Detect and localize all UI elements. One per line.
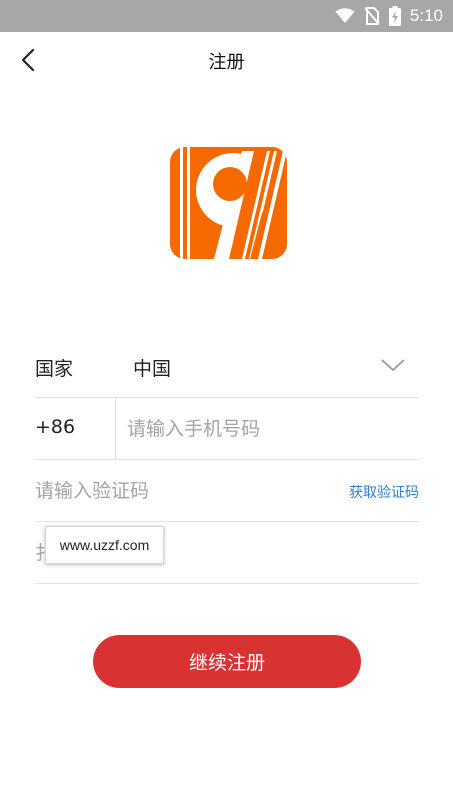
chevron-down-icon[interactable]	[381, 358, 405, 372]
wifi-icon	[335, 8, 355, 23]
password-row: www.uzzf.com	[35, 522, 419, 584]
country-label: 国家	[35, 358, 74, 380]
status-bar: 5:10	[0, 0, 453, 32]
status-icons: 5:10	[335, 0, 443, 32]
app-logo-9-icon	[170, 147, 287, 259]
verification-code-input[interactable]	[35, 472, 285, 510]
phone-input[interactable]	[127, 410, 417, 448]
nav-bar: 注册	[0, 32, 453, 88]
page-title: 注册	[208, 52, 245, 73]
phone-row: +86	[35, 398, 419, 460]
verification-row: 获取验证码	[35, 460, 419, 522]
get-code-button[interactable]: 获取验证码	[349, 482, 419, 502]
country-code[interactable]: +86	[35, 416, 75, 438]
register-form: 国家 中国 +86 获取验证码 www.uzzf.com	[35, 336, 419, 584]
country-row[interactable]: 国家 中国	[35, 336, 419, 398]
battery-charging-icon	[388, 6, 401, 26]
no-sim-icon	[364, 7, 380, 25]
continue-register-button[interactable]: 继续注册	[93, 635, 361, 688]
status-time: 5:10	[409, 6, 443, 25]
country-value[interactable]: 中国	[133, 354, 171, 381]
divider	[115, 398, 116, 460]
watermark-overlay: www.uzzf.com	[45, 526, 164, 564]
